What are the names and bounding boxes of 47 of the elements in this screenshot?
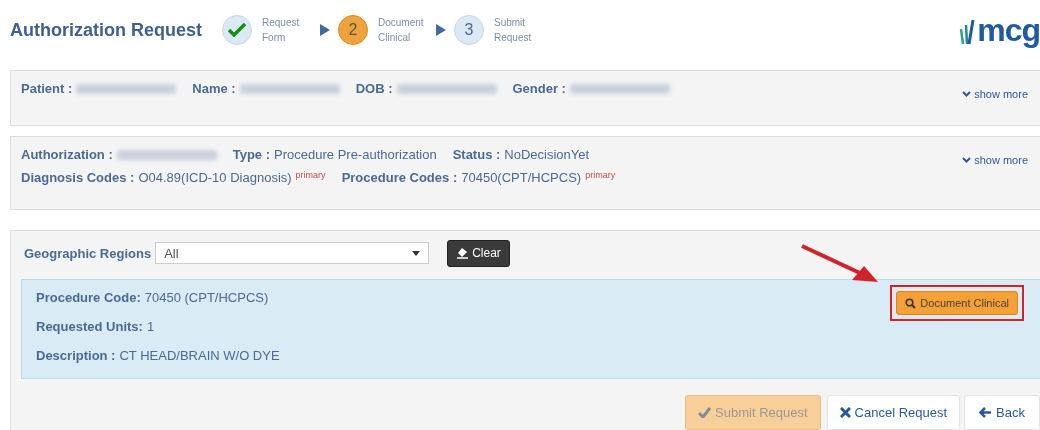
step-label: Submit Request (494, 16, 533, 45)
field-value: 70450(CPT/HCPCS) (461, 170, 582, 185)
field-label: Patient : (21, 81, 73, 96)
field-label: Geographic Regions (24, 245, 152, 261)
field-label: Procedure Codes : (341, 170, 458, 185)
step-label: Document Clinical (378, 16, 425, 45)
eraser-icon (456, 247, 470, 259)
document-clinical-button[interactable]: Document Clinical (896, 291, 1018, 315)
back-arrow-icon (979, 407, 993, 418)
step-label: Request Form (262, 16, 301, 45)
close-icon (839, 407, 851, 418)
caret-icon (412, 250, 421, 256)
page-title: Authorization Request (10, 19, 203, 41)
field-label: Description : (36, 348, 116, 363)
show-more-link[interactable]: show more (962, 88, 1028, 100)
field-value: 70450 (CPT/HCPCS) (144, 290, 269, 305)
search-icon (905, 297, 917, 309)
step-circle: 3 (454, 15, 484, 45)
field-label: Type : (232, 147, 271, 162)
field-label: Name : (192, 81, 236, 96)
show-more-link[interactable]: show more (962, 154, 1028, 166)
field-label: Status : (452, 147, 501, 162)
chevron-down-icon (962, 157, 972, 163)
field-value: Procedure Pre-authorization (274, 147, 437, 162)
field-label: Requested Units: (36, 319, 143, 334)
field-value: NoDecisionYet (504, 147, 590, 162)
cancel-button[interactable]: Cancel Request (826, 395, 961, 430)
logo-mark-icon (959, 19, 976, 45)
region-dropdown[interactable]: All (155, 242, 430, 264)
chevron-down-icon (962, 91, 972, 97)
field-value: 1 (146, 319, 155, 334)
check-icon (228, 23, 246, 37)
field-label: DOB : (355, 81, 393, 96)
primary-tag: primary (585, 170, 616, 180)
step-arrow-icon (436, 24, 446, 36)
field-value: O04.89(ICD-10 Diagnosis) (138, 170, 292, 185)
field-label: Diagnosis Codes : (21, 170, 135, 185)
clear-button[interactable]: Clear (447, 239, 510, 267)
back-button[interactable]: Back (964, 395, 1040, 430)
field-label: Procedure Code: (36, 290, 141, 305)
field-value: CT HEAD/BRAIN W/O DYE (119, 348, 280, 363)
check-icon (698, 407, 712, 418)
field-label: Authorization : (21, 147, 113, 162)
step-circle: 2 (338, 15, 368, 45)
step-arrow-icon (320, 24, 330, 36)
primary-tag: primary (295, 170, 326, 180)
field-label: Gender : (512, 81, 566, 96)
